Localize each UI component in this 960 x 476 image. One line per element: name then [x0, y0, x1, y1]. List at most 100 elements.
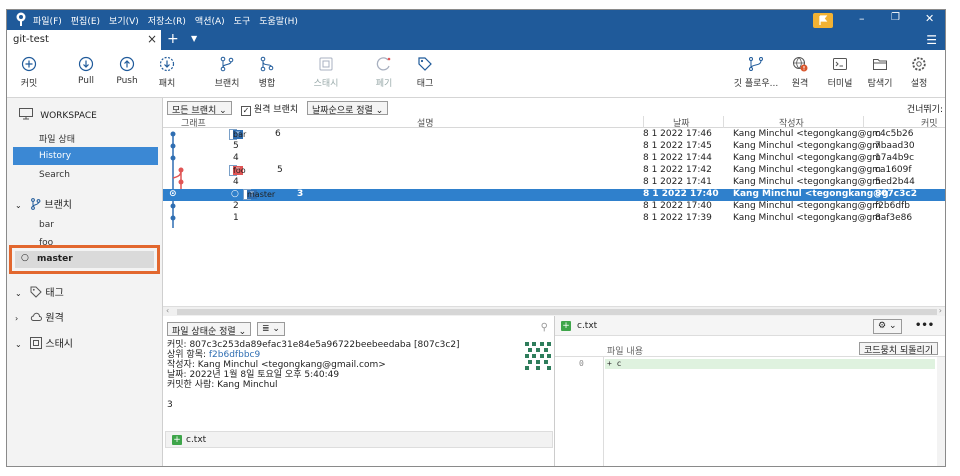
terminal-button[interactable]: 터미널: [818, 56, 862, 89]
horizontal-scrollbar[interactable]: ‹ ›: [163, 306, 945, 316]
col-description[interactable]: 설명: [417, 116, 434, 129]
commit-row-selected[interactable]: ⊙ ○ ᛘ master 3 8 1 2022 17:40 Kang Minchu…: [163, 189, 945, 201]
chevron-down-icon: ⌄: [888, 321, 897, 331]
monitor-icon: [19, 108, 33, 120]
merge-icon: [260, 56, 274, 72]
menu-help[interactable]: 도움말(H): [259, 14, 298, 27]
sidebar-item-history[interactable]: History: [13, 147, 158, 165]
col-author[interactable]: 작성자: [779, 116, 804, 129]
parent-label: 상위 항목:: [167, 350, 207, 360]
stash-button[interactable]: 스태시: [304, 56, 348, 89]
sidebar-item-search[interactable]: Search: [7, 166, 163, 184]
jump-to-label: 건너뛰기:: [906, 105, 943, 115]
more-options-icon[interactable]: •••: [915, 320, 934, 331]
settings-button[interactable]: 설정: [897, 56, 941, 89]
discard-button[interactable]: 폐기: [362, 56, 406, 89]
commit-author: Kang Minchul <tegongkang@gm: [733, 165, 881, 175]
commit-row[interactable]: 5 8 1 2022 17:45 Kang Minchul <tegongkan…: [163, 141, 945, 153]
commit-row[interactable]: 4 8 1 2022 17:44 Kang Minchul <tegongkan…: [163, 153, 945, 165]
commit-row[interactable]: ᛘ bar 6 8 1 2022 17:46 Kang Minchul <tego…: [163, 129, 945, 141]
chevron-down-icon: ⌄: [219, 106, 227, 116]
commit-author: Kang Minchul <tegongkang@gm: [733, 153, 881, 163]
vertical-scrollbar[interactable]: [937, 357, 945, 466]
fetch-label: 패치: [158, 79, 176, 89]
sidebar-branch-bar[interactable]: bar: [7, 216, 163, 234]
chevron-right-icon: ›: [15, 314, 19, 323]
branches-header[interactable]: ⌄ 브랜치: [15, 196, 72, 211]
commit-desc: 6: [275, 129, 281, 139]
scroll-left-icon[interactable]: ‹: [166, 306, 169, 315]
tab-git-test[interactable]: git-test ×: [7, 30, 161, 50]
plus-circle-icon: [21, 56, 37, 72]
chevron-down-icon: ⌄: [272, 324, 280, 334]
parent-line: 상위 항목: f2b6dfbbc9: [167, 350, 460, 360]
commit-history: 그래프 설명 날짜 작성자 커밋 ᛘbar 6 8 1 2022 17:46: [163, 116, 945, 306]
maximize-icon[interactable]: ❐: [891, 12, 900, 23]
fetch-button[interactable]: 패치: [145, 56, 189, 89]
hunk-header: 파일 내용 코드뭉치 되돌리기: [555, 341, 945, 357]
menu-repository[interactable]: 저장소(R): [148, 14, 186, 27]
file-sort-dropdown[interactable]: 파일 상태순 정렬 ⌄: [167, 322, 252, 337]
commit-row[interactable]: ᛘ foo 5 8 1 2022 17:42 Kang Minchul <tego…: [163, 165, 945, 177]
menu-file[interactable]: 파일(F): [33, 14, 62, 27]
remotes-header[interactable]: › 원격: [15, 309, 64, 324]
diff-file-name: c.txt: [577, 321, 598, 331]
flag-button[interactable]: [813, 13, 833, 28]
merge-button[interactable]: 병합: [245, 56, 289, 89]
search-icon[interactable]: ⚲: [541, 322, 548, 333]
tab-close-icon[interactable]: ×: [147, 32, 157, 46]
commit-hash: 17a4b9c: [875, 153, 915, 163]
workspace-header[interactable]: WORKSPACE: [19, 108, 97, 121]
commit-label: 커밋: [20, 79, 38, 89]
branch-button[interactable]: 브랜치: [205, 56, 249, 89]
scroll-right-icon[interactable]: ›: [939, 306, 942, 315]
diff-panel: + c.txt ⚙ ⌄ ••• 파일 내용 코드뭉치 되돌리기 0 + c: [555, 316, 945, 466]
tag-button[interactable]: 태그: [403, 56, 447, 89]
arrow-up-circle-icon: [119, 56, 135, 72]
file-sort-value: 파일 상태순 정렬: [172, 327, 236, 337]
minimize-icon[interactable]: –: [859, 12, 865, 25]
menu-actions[interactable]: 액션(A): [195, 14, 225, 27]
sidebar-branch-master[interactable]: ○ master: [15, 251, 154, 268]
cloud-icon: [31, 312, 43, 321]
col-commit[interactable]: 커밋: [921, 116, 938, 129]
git-flow-button[interactable]: 깃 플로우...: [731, 56, 781, 89]
highlight-box: ○ master: [9, 245, 160, 274]
branch-label: 브랜치: [214, 79, 240, 89]
changed-file-row[interactable]: + c.txt: [165, 431, 553, 448]
commit-row[interactable]: 4 8 1 2022 17:41 Kang Minchul <tegongkan…: [163, 177, 945, 189]
sidebar-item-file-status[interactable]: 파일 상태: [7, 128, 163, 146]
col-date[interactable]: 날짜: [673, 116, 690, 129]
stash-header[interactable]: ⌄ 스태시: [15, 335, 73, 350]
remote-branches-checkbox[interactable]: ✓ 원격 브랜치: [241, 102, 298, 116]
close-icon[interactable]: ✕: [925, 12, 934, 25]
col-divider: [863, 116, 864, 128]
push-button[interactable]: Push: [105, 56, 149, 86]
sort-dropdown[interactable]: 날짜순으로 정렬 ⌄: [307, 101, 389, 116]
new-tab-icon[interactable]: +: [167, 31, 179, 47]
commit-row[interactable]: 2 8 1 2022 17:40 Kang Minchul <tegongkan…: [163, 201, 945, 213]
commit-hash: c4c5b26: [875, 129, 914, 139]
commit-hash: 7baad30: [875, 141, 915, 151]
parent-hash-link[interactable]: f2b6dfbbc9: [209, 350, 260, 360]
tags-header[interactable]: ⌄ 태그: [15, 284, 64, 299]
toolbar: 커밋 Pull Push 패치 브랜치 병합 스태시 폐기 태그 깃 플로우..…: [7, 50, 945, 98]
discard-icon: [376, 57, 391, 71]
explorer-button[interactable]: 탐색기: [858, 56, 902, 89]
column-header: 그래프 설명 날짜 작성자 커밋: [163, 116, 945, 129]
menu-view[interactable]: 보기(V): [109, 14, 139, 27]
remote-button[interactable]: 원격: [778, 56, 822, 89]
diff-options-dropdown[interactable]: ⚙ ⌄: [873, 319, 902, 334]
menu-tools[interactable]: 도구: [234, 14, 251, 27]
pull-button[interactable]: Pull: [64, 56, 108, 86]
commit-button[interactable]: 커밋: [7, 56, 51, 89]
tab-dropdown-icon[interactable]: ▼: [191, 34, 197, 43]
menu-edit[interactable]: 편집(E): [71, 14, 100, 27]
discard-label: 폐기: [375, 79, 393, 89]
scrollbar-thumb[interactable]: [177, 309, 937, 315]
revert-hunk-button[interactable]: 코드뭉치 되돌리기: [859, 342, 939, 356]
view-mode-dropdown[interactable]: ≣ ⌄: [257, 322, 285, 336]
branches-dropdown[interactable]: 모든 브랜치 ⌄: [167, 101, 232, 116]
hamburger-menu-icon[interactable]: ☰: [926, 33, 937, 47]
commit-row[interactable]: 1 8 1 2022 17:39 Kang Minchul <tegongkan…: [163, 213, 945, 225]
